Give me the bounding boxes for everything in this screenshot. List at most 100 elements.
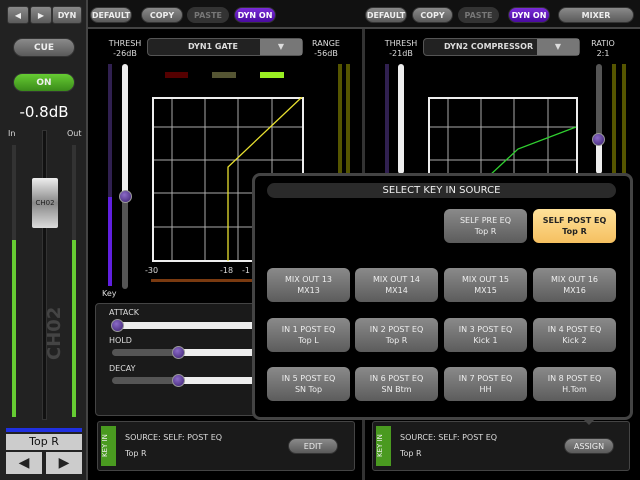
fader-track[interactable] [42,130,47,420]
key-source-button[interactable]: IN 8 POST EQ H.Tom [533,367,616,401]
scale-label: -30 [145,266,159,275]
dyn2-type: DYN2 COMPRESSOR [444,42,534,51]
button-line-1: IN 6 POST EQ [369,374,424,383]
dyn-label: DYN [52,6,82,24]
attack-knob[interactable] [111,319,124,332]
ratio-slider[interactable] [596,64,602,174]
paste-button[interactable]: PASTE [187,7,229,23]
keyin-badge: KEY IN [101,426,116,466]
button-line-1: SELF POST EQ [542,216,607,225]
key-source-button[interactable]: IN 4 POST EQ Kick 2 [533,318,616,352]
chevron-down-icon: ▼ [260,39,302,55]
decay-knob[interactable] [172,374,185,387]
dyn1-thresh-label: THRESH [108,39,142,48]
key-source-button[interactable]: SELF POST EQ Top R [533,209,616,243]
paste-button-2[interactable]: PASTE [458,7,499,23]
channel-color-bar [6,428,82,432]
key-source-button[interactable]: SELF PRE EQ Top R [444,209,527,243]
dyn1-type-dropdown[interactable]: DYN1 GATE ▼ [147,38,303,56]
copy-button-2[interactable]: COPY [412,7,453,23]
on-button[interactable]: ON [13,73,75,92]
keyin-name: Top R [400,449,422,458]
cue-button[interactable]: CUE [13,38,75,57]
key-source-button[interactable]: IN 7 POST EQ HH [444,367,527,401]
button-line-1: MIX OUT 15 [461,275,510,284]
ratio-knob[interactable] [592,133,605,146]
button-line-2: Top L [298,336,319,345]
button-line-1: IN 1 POST EQ [281,325,336,334]
copy-button[interactable]: COPY [141,7,183,23]
button-line-2: MX13 [297,286,320,295]
key-source-button[interactable]: IN 1 POST EQ Top L [267,318,350,352]
button-line-2: MX16 [563,286,586,295]
default-button-2[interactable]: DEFAULT [365,7,407,23]
key-meter [108,64,112,286]
dyn1-range-label: RANGE [312,39,340,48]
button-line-2: Top R [474,227,497,236]
hold-label: HOLD [109,336,132,345]
assign-button[interactable]: ASSIGN [564,438,614,454]
dyn2-out-meter [612,64,616,174]
indicator-yellow [212,72,236,78]
keyin-source: SOURCE: SELF: POST EQ [400,433,498,442]
ratio-value: 2:1 [596,49,610,58]
dyn1-range-value: -56dB [314,49,338,58]
dyn1-thresh-value: -26dB [113,49,137,58]
hold-slider[interactable] [112,349,262,356]
attack-label: ATTACK [109,308,140,317]
dyn-on-button-2[interactable]: DYN ON [508,7,550,23]
button-line-1: MIX OUT 16 [550,275,599,284]
in-meter [12,145,16,417]
default-button[interactable]: DEFAULT [90,7,132,23]
button-line-1: IN 7 POST EQ [458,374,513,383]
dyn2-out-meter [622,64,626,174]
key-source-button[interactable]: MIX OUT 16 MX16 [533,268,616,302]
key-source-button[interactable]: IN 5 POST EQ SN Top [267,367,350,401]
channel-name[interactable]: Top R [6,434,82,450]
decay-label: DECAY [109,364,136,373]
dyn1-thresh-knob[interactable] [119,190,132,203]
popup-title: SELECT KEY IN SOURCE [267,183,616,198]
dyn1-thresh-slider[interactable] [122,64,128,289]
decay-slider[interactable] [112,377,262,384]
dyn2-thresh-slider[interactable] [398,64,404,174]
in-label: In [8,129,16,138]
attack-slider[interactable] [112,322,262,329]
next-button[interactable]: ▶ [30,6,52,24]
key-source-button[interactable]: IN 2 POST EQ Top R [355,318,438,352]
button-line-2: H.Tom [562,385,587,394]
button-line-1: MIX OUT 14 [372,275,421,284]
hold-knob[interactable] [172,346,185,359]
key-source-button[interactable]: IN 6 POST EQ SN Btm [355,367,438,401]
key-label: Key [102,289,117,298]
key-source-button[interactable]: MIX OUT 13 MX13 [267,268,350,302]
button-line-1: IN 4 POST EQ [547,325,602,334]
keyin-name: Top R [125,449,147,458]
dyn-on-button[interactable]: DYN ON [234,7,276,23]
channel-prev-button[interactable]: ◀ [6,452,42,474]
dyn2-thresh-value: -21dB [389,49,413,58]
indicator-green [260,72,284,78]
ratio-label: RATIO [591,39,615,48]
button-line-1: SELF PRE EQ [459,216,512,225]
button-line-1: IN 8 POST EQ [547,374,602,383]
key-source-button[interactable]: IN 3 POST EQ Kick 1 [444,318,527,352]
button-line-2: MX14 [385,286,408,295]
keyin-source: SOURCE: SELF: POST EQ [125,433,223,442]
dyn1-out-meter [338,64,342,174]
dyn2-key-meter [385,64,389,174]
key-source-button[interactable]: MIX OUT 14 MX14 [355,268,438,302]
channel-next-button[interactable]: ▶ [46,452,82,474]
scale-label: -1 [242,266,250,275]
dyn2-type-dropdown[interactable]: DYN2 COMPRESSOR ▼ [423,38,580,56]
button-line-2: MX15 [474,286,497,295]
mixer-button[interactable]: MIXER [558,7,634,23]
prev-button[interactable]: ◀ [7,6,29,24]
fader-handle[interactable]: CH02 [32,178,58,228]
out-label: Out [67,129,82,138]
edit-button[interactable]: EDIT [288,438,338,454]
button-line-2: Top R [385,336,408,345]
keyin-badge: KEY IN [376,426,391,466]
key-source-button[interactable]: MIX OUT 15 MX15 [444,268,527,302]
chevron-down-icon: ▼ [537,39,579,55]
